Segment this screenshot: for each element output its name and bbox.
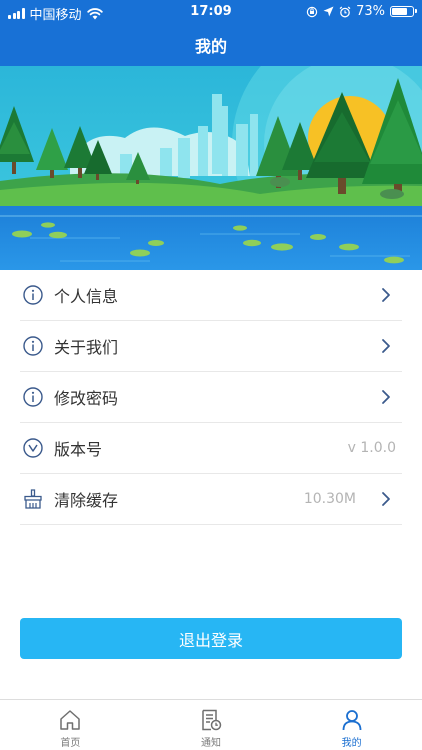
chevron-right-icon [382,492,390,506]
battery-icon [390,6,417,17]
menu-item-label: 清除缓存 [54,491,119,510]
chevron-right-icon [382,339,390,353]
chevron-right-icon [382,288,390,302]
home-icon [60,710,81,730]
location-icon [323,6,334,17]
tab-label: 首页 [60,738,81,749]
tab-home[interactable]: 首页 [0,700,141,750]
menu-item-label: 版本号 [54,440,103,459]
info-circle-icon [22,284,44,306]
tab-mine[interactable]: 我的 [281,700,422,750]
page-title: 我的 [194,37,227,56]
banner-illustration [0,66,422,270]
menu-item-clear-cache[interactable]: 清除缓存 10.30M [20,474,402,525]
status-bar: 中国移动 17:09 73% [0,0,422,24]
battery-percent: 73% [356,4,385,19]
menu-item-label: 个人信息 [54,287,119,306]
menu-item-profile[interactable]: 个人信息 [20,270,402,321]
menu-item-label: 修改密码 [54,389,119,408]
alarm-icon [339,6,351,17]
menu-item-about[interactable]: 关于我们 [20,321,402,372]
bottom-tab-bar: 首页 通知 我的 [0,699,422,750]
info-circle-icon [22,335,44,357]
tab-label: 通知 [201,738,221,749]
orientation-lock-icon [306,6,318,17]
notice-doc-icon [202,709,222,731]
menu-item-version: 版本号 v 1.0.0 [20,423,402,474]
tab-notice[interactable]: 通知 [141,700,282,750]
chevron-right-icon [382,390,390,404]
tab-label: 我的 [341,738,362,749]
info-circle-icon [22,386,44,408]
version-value: v 1.0.0 [347,440,396,456]
settings-menu: 个人信息 关于我们 修改密码 版本号 v 1.0.0 清除缓存 10.30M [20,270,402,525]
menu-item-label: 关于我们 [54,338,119,357]
menu-item-change-password[interactable]: 修改密码 [20,372,402,423]
cache-size-value: 10.30M [303,491,356,507]
broom-icon [22,488,44,510]
logout-button[interactable]: 退出登录 [20,618,402,659]
header: 中国移动 17:09 73% 我的 [0,0,422,66]
user-icon [342,710,362,731]
chevron-down-circle-icon [22,437,44,459]
